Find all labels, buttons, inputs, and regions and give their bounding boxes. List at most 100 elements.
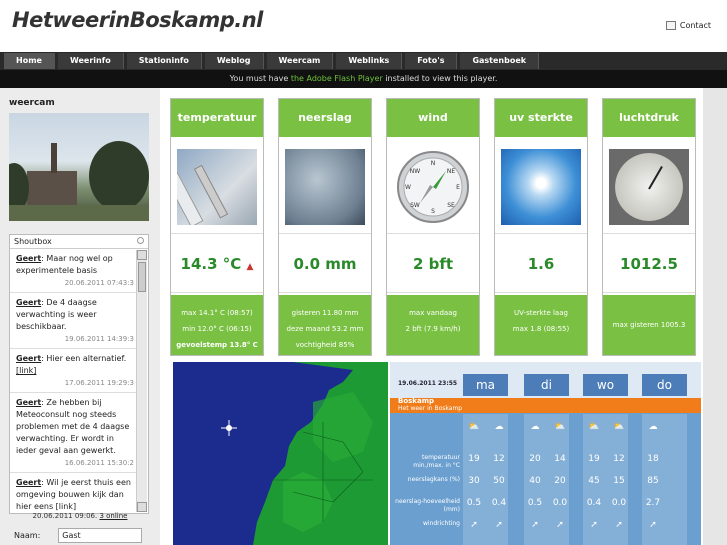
card-details: max 14.1° C (08:57) min 12.0° C (06:15) … — [171, 295, 263, 355]
barometer-icon — [609, 149, 689, 225]
contact-link[interactable]: Contact — [665, 21, 711, 30]
forecast-panel: 19.06.2011 23:55 ma di wo do Boskamp Het… — [390, 362, 701, 545]
nav-weblog[interactable]: Weblog — [204, 53, 264, 69]
partly-cloudy-icon: ⛅ — [468, 422, 480, 432]
card-temperature: temperatuur 14.3 °C ▲ max 14.1° C (08:57… — [170, 98, 264, 356]
scroll-thumb[interactable] — [138, 262, 146, 292]
flash-player-link[interactable]: the Adobe Flash Player — [291, 74, 383, 83]
day-header-di: di — [524, 374, 569, 396]
sidebar: weercam Shoutbox Geert: Maar nog wel op … — [0, 88, 160, 545]
temp-max: 20 — [529, 454, 541, 464]
compass-ne: NE — [447, 168, 455, 175]
card-value: 2 bft — [387, 233, 479, 293]
temp-min: 12 — [613, 454, 625, 464]
name-input[interactable]: Gast — [58, 528, 143, 543]
row-label: neerslagkans (%) — [407, 476, 460, 483]
wind-arrow-icon: ➚ — [531, 520, 539, 530]
refresh-icon[interactable] — [137, 237, 144, 244]
message-time: 20.06.2011 07:43:3 — [64, 279, 134, 287]
rain-amount: 0.0 — [611, 498, 627, 508]
compass-se: SE — [447, 202, 455, 209]
radar-map[interactable] — [173, 362, 388, 545]
wind-arrow-icon: ➚ — [615, 520, 623, 530]
forecast-date: 19.06.2011 — [398, 380, 436, 387]
card-line: max gisteren 1005.3 — [612, 321, 686, 329]
rain-chance: 30 — [468, 476, 480, 486]
nav-fotos[interactable]: Foto's — [405, 53, 458, 69]
card-title: wind — [387, 99, 479, 137]
nav-weercam[interactable]: Weercam — [266, 53, 334, 69]
wind-direction-row: windrichting ➚ ➚ ➚ ➚ ➚ ➚ ➚ — [390, 520, 701, 538]
card-details: max vandaag 2 bft (7.9 km/h) — [387, 295, 479, 355]
row-label: neerslag-hoeveelheid (mm) — [395, 498, 460, 513]
temp-max: 18 — [647, 454, 659, 464]
wind-arrow-icon: ➚ — [590, 520, 598, 530]
compass-n: N — [431, 160, 436, 167]
card-line: max 14.1° C (08:57) — [181, 309, 253, 317]
flash-notice: You must have the Adobe Flash Player ins… — [0, 70, 727, 88]
shoutbox-title: Shoutbox — [14, 237, 52, 246]
card-details: UV-sterkte laag max 1.8 (08:55) — [495, 295, 587, 355]
message-text: : Hier een alternatief. — [41, 354, 127, 363]
temp-min: 12 — [493, 454, 505, 464]
rain-amount: 0.4 — [491, 498, 507, 508]
webcam-image[interactable] — [9, 113, 149, 221]
wind-arrow-icon: ➚ — [470, 520, 478, 530]
compass-w: W — [405, 184, 411, 191]
scroll-down-icon[interactable] — [137, 502, 147, 512]
contact-label: Contact — [679, 21, 711, 30]
wind-arrow-icon: ➚ — [649, 520, 657, 530]
card-value: 1012.5 — [603, 233, 695, 293]
partly-cloudy-icon: ⛅ — [554, 422, 566, 432]
message-author[interactable]: Geert — [16, 298, 41, 307]
wind-arrow-icon: ➚ — [495, 520, 503, 530]
card-value: 1.6 — [495, 233, 587, 293]
message-author[interactable]: Geert — [16, 254, 41, 263]
nav-weerinfo[interactable]: Weerinfo — [57, 53, 124, 69]
card-line: 2 bft (7.9 km/h) — [405, 325, 461, 333]
shoutbox-scrollbar[interactable] — [136, 250, 147, 512]
rain-cloud-icon: ☁ — [648, 422, 658, 432]
flash-text-pre: You must have — [229, 74, 291, 83]
message-time: 16.06.2011 15:30:2 — [64, 459, 134, 467]
webcam-title: weercam — [9, 98, 55, 108]
message-time: 19.06.2011 14:39:3 — [64, 335, 134, 343]
cloud-icon: ☁ — [530, 422, 540, 432]
flash-text-post: installed to view this player. — [382, 74, 498, 83]
card-line: UV-sterkte laag — [514, 309, 568, 317]
message-link[interactable]: [link] — [16, 366, 36, 375]
rain-amount: 2.7 — [645, 498, 661, 508]
forecast-icons-row: ⛅ ☁ ☁ ⛅ ⛅ ⛅ ☁ — [390, 422, 701, 440]
card-details: gisteren 11.80 mm deze maand 53.2 mm voc… — [279, 295, 371, 355]
card-line: vochtigheid 85% — [295, 341, 355, 349]
nav-home[interactable]: Home — [4, 53, 55, 69]
card-line: max vandaag — [409, 309, 457, 317]
name-row: Naam: Gast — [14, 528, 143, 543]
nav-stationinfo[interactable]: Stationinfo — [126, 53, 202, 69]
card-title: luchtdruk — [603, 99, 695, 137]
compass-sw: SW — [410, 202, 420, 209]
partly-cloudy-icon: ⛅ — [588, 422, 600, 432]
nav-gastenboek[interactable]: Gastenboek — [460, 53, 540, 69]
message-author[interactable]: Geert — [16, 478, 41, 487]
scroll-up-icon[interactable] — [137, 250, 147, 260]
rain-chance: 20 — [554, 476, 566, 486]
compass-e: E — [456, 184, 460, 191]
site-logo[interactable]: HetweerinBoskamp.nl — [12, 8, 263, 32]
message-author[interactable]: Geert — [16, 354, 41, 363]
message-author[interactable]: Geert — [16, 398, 41, 407]
temperature-value: 14.3 °C — [180, 255, 242, 273]
wind-arrow-icon: ➚ — [556, 520, 564, 530]
card-line: gisteren 11.80 mm — [291, 309, 359, 317]
shoutbox-footer: 20.06.2011 09:06. 3 online — [0, 512, 160, 520]
card-line: gevoelstemp 13.8° C — [176, 341, 258, 349]
online-count-link[interactable]: 3 online — [99, 512, 127, 520]
list-item: Geert: Maar nog wel op experimentele bas… — [10, 249, 138, 293]
list-item: Geert: Ze hebben bij Meteoconsult nog st… — [10, 393, 138, 473]
shoutbox: Shoutbox Geert: Maar nog wel op experime… — [9, 234, 149, 514]
page-scrollbar[interactable] — [703, 88, 727, 545]
main-nav: Home Weerinfo Stationinfo Weblog Weercam… — [0, 52, 727, 70]
card-line: max 1.8 (08:55) — [512, 325, 570, 333]
nav-weblinks[interactable]: Weblinks — [336, 53, 403, 69]
compass-icon: N S W E NW NE SW SE — [393, 149, 473, 225]
